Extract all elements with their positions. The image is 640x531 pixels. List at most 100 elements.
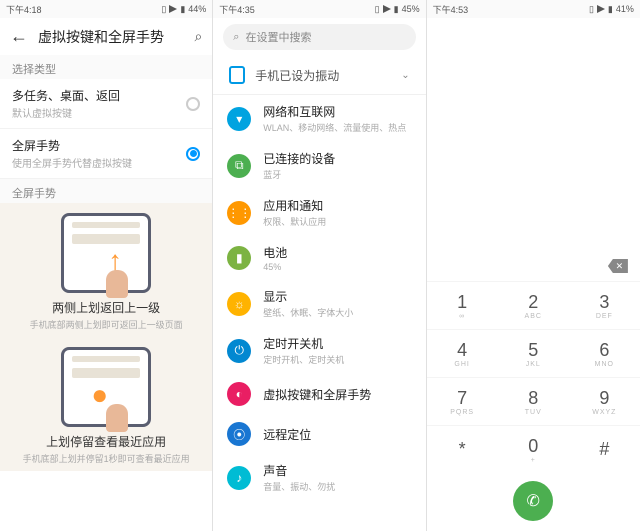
radio-unselected[interactable] <box>186 97 200 111</box>
settings-item[interactable]: ⦿ 远程定位 <box>213 414 425 454</box>
screen-gestures: 下午4:18 ▯ ▮ 44% ← 虚拟按键和全屏手势 ⌕ 选择类型 多任务、桌面… <box>0 0 213 531</box>
status-bar: 下午4:53 ▯ ▮ 41% <box>427 0 640 18</box>
settings-item[interactable]: ☼ 显示 壁纸、休眠、字体大小 <box>213 280 425 327</box>
setting-icon: ◐ <box>227 382 251 406</box>
dialpad-key[interactable]: 3 DEF <box>569 281 640 329</box>
hand-icon <box>106 404 128 432</box>
key-letters: PQRS <box>450 409 474 416</box>
setting-sub: WLAN、移动网络、流量使用、热点 <box>263 121 411 134</box>
settings-item[interactable]: ▮ 电池 45% <box>213 236 425 280</box>
search-icon[interactable]: ⌕ <box>194 28 202 45</box>
banner-text: 手机已设为振动 <box>255 67 339 84</box>
option-gesture[interactable]: 全屏手势 使用全屏手势代替虚拟按键 <box>0 129 212 179</box>
setting-title: 声音 <box>263 462 411 479</box>
setting-title: 已连接的设备 <box>263 150 411 167</box>
dialpad-key[interactable]: 2 ABC <box>498 281 569 329</box>
key-letters: ∞ <box>459 313 465 320</box>
setting-sub: 壁纸、休眠、字体大小 <box>263 306 411 319</box>
call-button[interactable]: ✆ <box>513 481 553 521</box>
dialpad-key[interactable]: 4 GHI <box>427 329 498 377</box>
battery-icon: ▮ <box>608 4 613 15</box>
vibrate-icon: ▯ <box>161 4 166 15</box>
setting-sub: 权限、默认应用 <box>263 215 411 228</box>
chevron-down-icon: ⌄ <box>401 70 409 81</box>
settings-item[interactable]: ♪ 声音 音量、振动、勿扰 <box>213 454 425 501</box>
option-navbar[interactable]: 多任务、桌面、返回 默认虚拟按键 <box>0 79 212 129</box>
status-time: 下午4:35 <box>219 3 255 16</box>
vibrate-icon: ▯ <box>589 4 594 15</box>
dialpad-key[interactable]: * <box>427 425 498 473</box>
battery-icon: ▮ <box>180 4 185 15</box>
dialpad-key[interactable]: 0 + <box>498 425 569 473</box>
illus-title: 两侧上划返回上一级 <box>0 299 212 316</box>
phone-mockup: ↑ <box>61 213 151 293</box>
key-digit: 9 <box>599 388 609 409</box>
settings-list: ▾ 网络和互联网 WLAN、移动网络、流量使用、热点⧉ 已连接的设备 蓝牙⋮⋮ … <box>213 95 425 531</box>
header: ← 虚拟按键和全屏手势 ⌕ <box>0 18 212 55</box>
arrow-up-icon: ↑ <box>108 254 122 268</box>
setting-icon: ▾ <box>227 107 251 131</box>
hand-icon <box>106 270 128 298</box>
vibrate-banner[interactable]: 手机已设为振动 ⌄ <box>213 56 425 95</box>
dialpad-key[interactable]: 9 WXYZ <box>569 377 640 425</box>
key-digit: 0 <box>528 436 538 457</box>
key-digit: 7 <box>457 388 467 409</box>
key-letters: DEF <box>596 313 613 320</box>
setting-sub: 定时开机、定时关机 <box>263 353 411 366</box>
key-letters: + <box>531 457 536 464</box>
settings-item[interactable]: ⏻ 定时开关机 定时开机、定时关机 <box>213 327 425 374</box>
search-input[interactable]: ⌕ 在设置中搜索 <box>223 24 415 50</box>
illustration-swipe-back: ↑ 两侧上划返回上一级 手机底部两侧上划即可返回上一级页面 <box>0 203 212 337</box>
battery-icon: ▮ <box>394 4 399 15</box>
option-title: 全屏手势 <box>12 137 186 154</box>
battery-pct: 44% <box>188 4 206 14</box>
settings-item[interactable]: ▾ 网络和互联网 WLAN、移动网络、流量使用、热点 <box>213 95 425 142</box>
setting-title: 远程定位 <box>263 426 411 443</box>
page-title: 虚拟按键和全屏手势 <box>38 27 184 47</box>
setting-title: 虚拟按键和全屏手势 <box>263 386 411 403</box>
settings-item[interactable]: ⋮⋮ 应用和通知 权限、默认应用 <box>213 189 425 236</box>
dialpad-key[interactable]: 6 MNO <box>569 329 640 377</box>
key-digit: 5 <box>528 340 538 361</box>
setting-icon: ▮ <box>227 246 251 270</box>
dialpad-key[interactable]: 1 ∞ <box>427 281 498 329</box>
status-time: 下午4:53 <box>433 3 469 16</box>
status-bar: 下午4:35 ▯ ▮ 45% <box>213 0 425 18</box>
backspace-button[interactable]: ✕ <box>608 259 628 273</box>
key-letters: GHI <box>454 361 469 368</box>
option-title: 多任务、桌面、返回 <box>12 87 186 104</box>
key-letters: MNO <box>595 361 614 368</box>
search-placeholder: 在设置中搜索 <box>245 29 311 45</box>
key-digit: 3 <box>599 292 609 313</box>
setting-icon: ⦿ <box>227 422 251 446</box>
setting-icon: ⋮⋮ <box>227 201 251 225</box>
settings-item[interactable]: ◐ 虚拟按键和全屏手势 <box>213 374 425 414</box>
key-letters: WXYZ <box>592 409 616 416</box>
dialpad-key[interactable]: 5 JKL <box>498 329 569 377</box>
setting-icon: ⧉ <box>227 154 251 178</box>
dialpad-key[interactable]: # <box>569 425 640 473</box>
radio-selected[interactable] <box>186 147 200 161</box>
vibrate-icon: ▯ <box>375 4 380 15</box>
illus-sub: 手机底部上划并停留1秒即可查看最近应用 <box>0 452 212 465</box>
option-sub: 默认虚拟按键 <box>12 105 186 120</box>
settings-item[interactable]: ⧉ 已连接的设备 蓝牙 <box>213 142 425 189</box>
setting-title: 电池 <box>263 244 411 261</box>
key-digit: 6 <box>599 340 609 361</box>
setting-title: 应用和通知 <box>263 197 411 214</box>
dot-icon: ● <box>91 388 108 402</box>
status-time: 下午4:18 <box>6 3 42 16</box>
setting-sub: 45% <box>263 262 411 272</box>
wifi-icon <box>383 5 391 13</box>
setting-title: 网络和互联网 <box>263 103 411 120</box>
dialpad-key[interactable]: 7 PQRS <box>427 377 498 425</box>
setting-title: 定时开关机 <box>263 335 411 352</box>
key-digit: 2 <box>528 292 538 313</box>
dialpad-key[interactable]: 8 TUV <box>498 377 569 425</box>
wifi-icon <box>597 5 605 13</box>
key-letters: ABC <box>525 313 542 320</box>
setting-icon: ⏻ <box>227 339 251 363</box>
setting-icon: ☼ <box>227 292 251 316</box>
illustration-swipe-hold: ● 上划停留查看最近应用 手机底部上划并停留1秒即可查看最近应用 <box>0 337 212 471</box>
back-icon[interactable]: ← <box>10 26 28 47</box>
